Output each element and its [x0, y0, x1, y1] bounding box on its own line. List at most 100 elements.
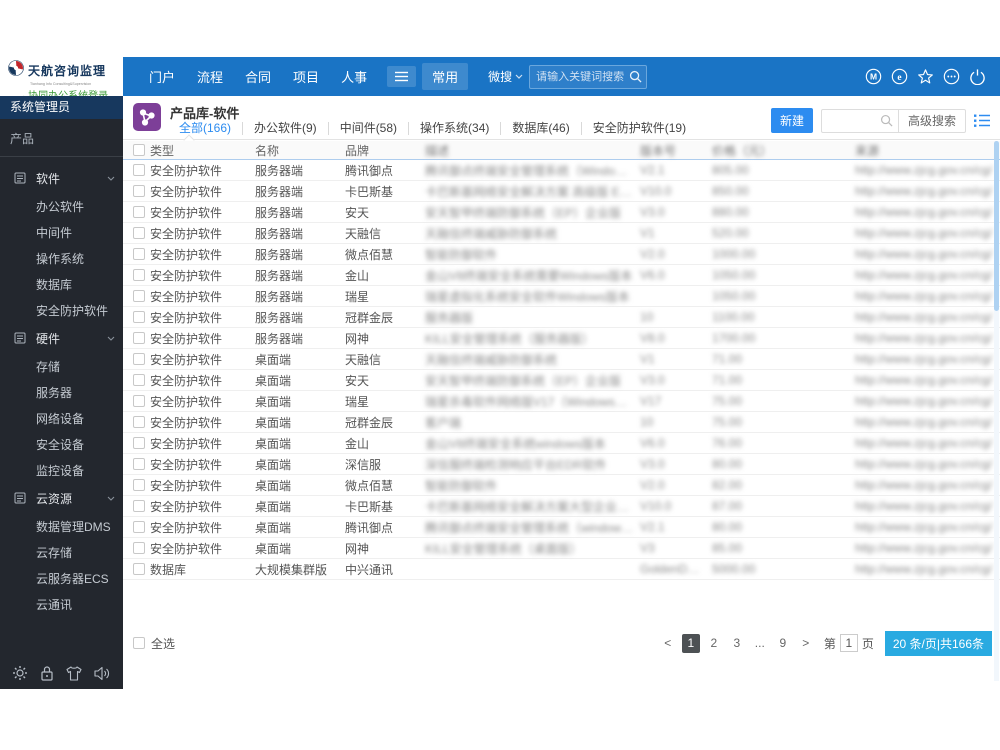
global-search-box[interactable]	[529, 64, 648, 89]
sidebar-item[interactable]: 云通讯	[0, 591, 123, 617]
table-row[interactable]: 安全防护软件 桌面端 深信服 深信服终端检测响应平台EDR软件 V3.0 80.…	[123, 454, 1000, 475]
row-checkbox[interactable]	[133, 185, 145, 197]
category-tab[interactable]: 中间件(58)	[329, 122, 410, 135]
table-row[interactable]: 数据库 大规模集群版 中兴通讯 GoldenData s... 5000.00 …	[123, 559, 1000, 580]
page-button[interactable]: ...	[751, 634, 769, 653]
table-row[interactable]: 安全防护软件 桌面端 腾讯御点 腾讯御点终端安全管理系统（windows版）V2…	[123, 517, 1000, 538]
sidebar-item[interactable]: 安全防护软件	[0, 297, 123, 323]
row-checkbox[interactable]	[133, 479, 145, 491]
category-tab[interactable]: 数据库(46)	[501, 122, 582, 135]
scrollbar-thumb[interactable]	[994, 141, 999, 311]
more-circle-icon[interactable]	[943, 68, 960, 85]
sidebar-item[interactable]: 安全设备	[0, 431, 123, 457]
row-checkbox[interactable]	[133, 374, 145, 386]
global-search-input[interactable]	[536, 70, 630, 83]
sidebar-item[interactable]: 云资源	[0, 483, 123, 513]
page-button[interactable]: 3	[728, 634, 746, 653]
sidebar-item[interactable]: 中间件	[0, 219, 123, 245]
row-checkbox[interactable]	[133, 416, 145, 428]
table-header-cell[interactable]: 来源	[855, 142, 1000, 159]
hamburger-menu-icon[interactable]	[387, 66, 417, 87]
table-row[interactable]: 安全防护软件 服务器端 卡巴斯基 卡巴斯基网络安全解决方案 高级版 EN... …	[123, 181, 1000, 202]
table-row[interactable]: 安全防护软件 服务器端 微点佰慧 智能防御软件 V2.0 1000.00 htt…	[123, 244, 1000, 265]
page-jump-input[interactable]	[839, 634, 858, 652]
advanced-search-button[interactable]: 高级搜索	[897, 109, 965, 132]
top-nav-item[interactable]: 合同	[235, 63, 281, 90]
row-checkbox[interactable]	[133, 437, 145, 449]
list-view-icon[interactable]	[974, 114, 990, 127]
row-checkbox[interactable]	[133, 164, 145, 176]
category-tab[interactable]: 安全防护软件(19)	[582, 122, 697, 135]
table-row[interactable]: 安全防护软件 桌面端 冠群金辰 客户端 10 75.00 http://www.…	[123, 412, 1000, 433]
table-header-cell[interactable]: 描述	[425, 142, 640, 159]
category-tab[interactable]: 全部(166)	[168, 122, 244, 135]
wesearch-dropdown[interactable]: 微搜	[488, 68, 523, 85]
table-row[interactable]: 安全防护软件 服务器端 天融信 天融信终端威胁防御系统 V1 520.00 ht…	[123, 223, 1000, 244]
table-scrollbar[interactable]	[994, 141, 999, 681]
table-row[interactable]: 安全防护软件 桌面端 金山 金山V8终端安全系统windows版本 V6.0 7…	[123, 433, 1000, 454]
row-checkbox[interactable]	[133, 500, 145, 512]
table-row[interactable]: 安全防护软件 服务器端 瑞星 瑞星虚拟化系统安全软件Windows版本 1050…	[123, 286, 1000, 307]
category-tab[interactable]: 办公软件(9)	[243, 122, 329, 135]
table-row[interactable]: 安全防护软件 桌面端 微点佰慧 智能防御软件 V2.0 82.00 http:/…	[123, 475, 1000, 496]
sidebar-item[interactable]: 云服务器ECS	[0, 565, 123, 591]
category-tab[interactable]: 操作系统(34)	[409, 122, 502, 135]
top-nav-item[interactable]: 流程	[187, 63, 233, 90]
row-checkbox[interactable]	[133, 521, 145, 533]
header-checkbox[interactable]	[133, 144, 145, 156]
table-row[interactable]: 安全防护软件 桌面端 卡巴斯基 卡巴斯基网络安全解决方案大型企业版（KESB・K…	[123, 496, 1000, 517]
row-checkbox[interactable]	[133, 248, 145, 260]
sidebar-item[interactable]: 云存储	[0, 539, 123, 565]
row-checkbox[interactable]	[133, 332, 145, 344]
table-row[interactable]: 安全防护软件 服务器端 金山 金山V8终端安全系统需要Windows版本 V6.…	[123, 265, 1000, 286]
top-nav-item[interactable]: 门户	[139, 63, 185, 90]
star-icon[interactable]	[917, 68, 934, 85]
row-checkbox[interactable]	[133, 206, 145, 218]
table-header-cell[interactable]: 类型	[150, 142, 255, 159]
lock-icon[interactable]	[40, 665, 54, 681]
sidebar-item[interactable]: 硬件	[0, 323, 123, 353]
m-circle-icon[interactable]: M	[865, 68, 882, 85]
page-button[interactable]: <	[659, 634, 677, 653]
sidebar-item[interactable]: 监控设备	[0, 457, 123, 483]
sidebar-item[interactable]: 操作系统	[0, 245, 123, 271]
table-header-cell[interactable]: 版本号	[640, 142, 712, 159]
gear-icon[interactable]	[12, 665, 28, 681]
speaker-icon[interactable]	[94, 666, 111, 681]
sidebar-item[interactable]: 数据管理DMS	[0, 513, 123, 539]
table-row[interactable]: 安全防护软件 服务器端 网神 KILL安全管理系统（服务器版） V8.0 170…	[123, 328, 1000, 349]
table-row[interactable]: 安全防护软件 桌面端 网神 KILL安全管理系统（桌面版） V3 85.00 h…	[123, 538, 1000, 559]
table-row[interactable]: 安全防护软件 桌面端 天融信 天融信终端威胁防御系统 V1 71.00 http…	[123, 349, 1000, 370]
pinned-tab-changyong[interactable]: 常用	[422, 63, 469, 90]
row-checkbox[interactable]	[133, 458, 145, 470]
table-row[interactable]: 安全防护软件 服务器端 腾讯御点 腾讯御点终端安全管理系统（Windows版） …	[123, 160, 1000, 181]
table-header-cell[interactable]: 价格（元）	[712, 142, 855, 159]
table-row[interactable]: 安全防护软件 服务器端 安天 安天智甲终端防御系统（EP）企业版 V3.0 88…	[123, 202, 1000, 223]
page-button[interactable]: 9	[774, 634, 792, 653]
row-checkbox[interactable]	[133, 311, 145, 323]
e-circle-icon[interactable]: e	[891, 68, 908, 85]
table-row[interactable]: 安全防护软件 桌面端 安天 安天智甲终端防御系统（EP）企业版 V3.0 71.…	[123, 370, 1000, 391]
table-row[interactable]: 安全防护软件 服务器端 冠群金辰 服务器版 10 1100.00 http://…	[123, 307, 1000, 328]
sidebar-item[interactable]: 软件	[0, 163, 123, 193]
row-checkbox[interactable]	[133, 290, 145, 302]
row-checkbox[interactable]	[133, 563, 145, 575]
page-size-badge[interactable]: 20 条/页|共166条	[884, 630, 992, 656]
row-checkbox[interactable]	[133, 395, 145, 407]
top-nav-item[interactable]: 项目	[283, 63, 329, 90]
row-checkbox[interactable]	[133, 353, 145, 365]
row-checkbox[interactable]	[133, 227, 145, 239]
sidebar-item[interactable]: 服务器	[0, 379, 123, 405]
sidebar-item[interactable]: 存储	[0, 353, 123, 379]
page-button[interactable]: >	[797, 634, 815, 653]
row-checkbox[interactable]	[133, 542, 145, 554]
new-button[interactable]: 新建	[770, 108, 813, 133]
sidebar-item[interactable]: 数据库	[0, 271, 123, 297]
shirt-icon[interactable]	[66, 665, 82, 681]
sidebar-item[interactable]: 办公软件	[0, 193, 123, 219]
table-header-cell[interactable]: 品牌	[345, 142, 425, 159]
top-nav-item[interactable]: 人事	[331, 63, 377, 90]
sidebar-item[interactable]: 网络设备	[0, 405, 123, 431]
select-all-checkbox[interactable]	[133, 637, 145, 649]
table-header-cell[interactable]: 名称	[255, 142, 345, 159]
